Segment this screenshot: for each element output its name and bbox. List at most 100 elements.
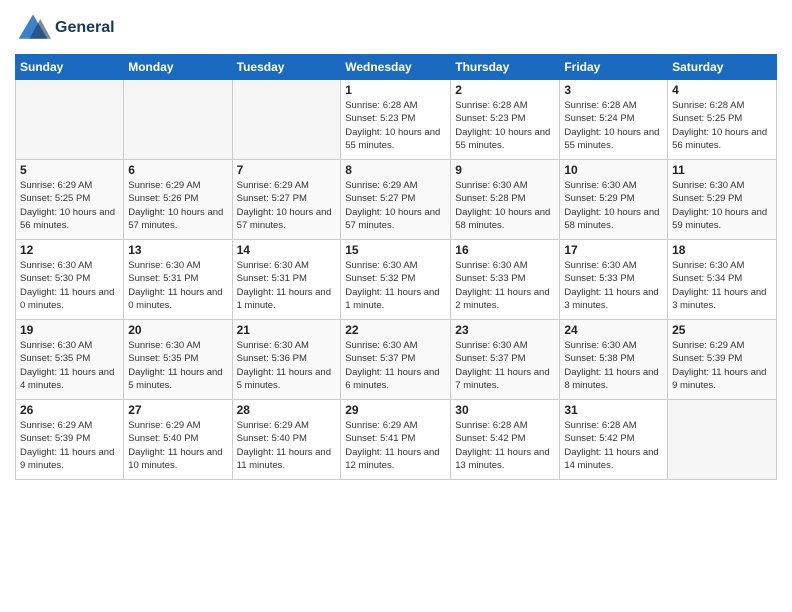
day-info: Sunrise: 6:28 AMSunset: 5:23 PMDaylight:… — [345, 99, 446, 152]
day-number: 15 — [345, 243, 446, 257]
calendar-cell — [232, 80, 341, 160]
day-number: 16 — [455, 243, 555, 257]
day-number: 3 — [564, 83, 663, 97]
calendar-cell: 31Sunrise: 6:28 AMSunset: 5:42 PMDayligh… — [560, 400, 668, 480]
calendar-cell: 15 Sunrise: 6:30 AMSunset: 5:32 PMDayligh… — [341, 240, 451, 320]
calendar-cell: 10 Sunrise: 6:30 AMSunset: 5:29 PMDayligh… — [560, 160, 668, 240]
calendar-cell: 23Sunrise: 6:30 AMSunset: 5:37 PMDayligh… — [451, 320, 560, 400]
day-number: 4 — [672, 83, 772, 97]
calendar-cell: 5 Sunrise: 6:29 AMSunset: 5:25 PMDaylight… — [16, 160, 124, 240]
day-number: 22 — [345, 323, 446, 337]
day-info: Sunrise: 6:28 AMSunset: 5:42 PMDaylight:… — [455, 419, 555, 472]
page-container: General SundayMondayTuesdayWednesdayThur… — [0, 0, 792, 490]
day-info: Sunrise: 6:29 AMSunset: 5:25 PMDaylight:… — [20, 179, 119, 232]
day-number: 9 — [455, 163, 555, 177]
day-number: 11 — [672, 163, 772, 177]
calendar-cell: 20 Sunrise: 6:30 AMSunset: 5:35 PMDayligh… — [124, 320, 232, 400]
day-info: Sunrise: 6:29 AMSunset: 5:40 PMDaylight:… — [128, 419, 227, 472]
day-number: 30 — [455, 403, 555, 417]
calendar-cell: 28 Sunrise: 6:29 AMSunset: 5:40 PMDayligh… — [232, 400, 341, 480]
day-number: 1 — [345, 83, 446, 97]
day-info: Sunrise: 6:29 AMSunset: 5:40 PMDaylight:… — [237, 419, 337, 472]
calendar-cell: 22 Sunrise: 6:30 AMSunset: 5:37 PMDayligh… — [341, 320, 451, 400]
calendar-cell — [668, 400, 777, 480]
weekday-header-sunday: Sunday — [16, 55, 124, 80]
calendar-cell: 18 Sunrise: 6:30 AMSunset: 5:34 PMDayligh… — [668, 240, 777, 320]
calendar-cell: 17 Sunrise: 6:30 AMSunset: 5:33 PMDayligh… — [560, 240, 668, 320]
day-info: Sunrise: 6:28 AMSunset: 5:23 PMDaylight:… — [455, 99, 555, 152]
day-number: 10 — [564, 163, 663, 177]
weekday-header-saturday: Saturday — [668, 55, 777, 80]
weekday-header-wednesday: Wednesday — [341, 55, 451, 80]
day-number: 8 — [345, 163, 446, 177]
day-number: 18 — [672, 243, 772, 257]
calendar-cell: 9Sunrise: 6:30 AMSunset: 5:28 PMDaylight… — [451, 160, 560, 240]
weekday-header-row: SundayMondayTuesdayWednesdayThursdayFrid… — [16, 55, 777, 80]
day-number: 25 — [672, 323, 772, 337]
day-number: 7 — [237, 163, 337, 177]
logo: General — [15, 10, 115, 46]
calendar-cell: 25 Sunrise: 6:29 AMSunset: 5:39 PMDayligh… — [668, 320, 777, 400]
calendar-cell: 21Sunrise: 6:30 AMSunset: 5:36 PMDayligh… — [232, 320, 341, 400]
day-info: Sunrise: 6:30 AMSunset: 5:36 PMDaylight:… — [237, 339, 337, 392]
day-info: Sunrise: 6:29 AMSunset: 5:27 PMDaylight:… — [345, 179, 446, 232]
day-number: 14 — [237, 243, 337, 257]
day-number: 17 — [564, 243, 663, 257]
weekday-header-monday: Monday — [124, 55, 232, 80]
calendar-cell — [124, 80, 232, 160]
day-info: Sunrise: 6:30 AMSunset: 5:29 PMDaylight:… — [672, 179, 772, 232]
day-number: 13 — [128, 243, 227, 257]
day-info: Sunrise: 6:30 AMSunset: 5:31 PMDaylight:… — [128, 259, 227, 312]
calendar-cell — [16, 80, 124, 160]
day-number: 12 — [20, 243, 119, 257]
calendar-cell: 30 Sunrise: 6:28 AMSunset: 5:42 PMDayligh… — [451, 400, 560, 480]
day-info: Sunrise: 6:30 AMSunset: 5:34 PMDaylight:… — [672, 259, 772, 312]
day-info: Sunrise: 6:29 AMSunset: 5:39 PMDaylight:… — [20, 419, 119, 472]
day-info: Sunrise: 6:28 AMSunset: 5:24 PMDaylight:… — [564, 99, 663, 152]
weekday-header-friday: Friday — [560, 55, 668, 80]
day-info: Sunrise: 6:30 AMSunset: 5:32 PMDaylight:… — [345, 259, 446, 312]
day-info: Sunrise: 6:30 AMSunset: 5:37 PMDaylight:… — [345, 339, 446, 392]
calendar-cell: 13 Sunrise: 6:30 AMSunset: 5:31 PMDayligh… — [124, 240, 232, 320]
day-number: 24 — [564, 323, 663, 337]
day-number: 2 — [455, 83, 555, 97]
logo-icon — [15, 10, 51, 46]
day-info: Sunrise: 6:29 AMSunset: 5:27 PMDaylight:… — [237, 179, 337, 232]
day-info: Sunrise: 6:28 AMSunset: 5:25 PMDaylight:… — [672, 99, 772, 152]
day-number: 28 — [237, 403, 337, 417]
week-row-3: 12 Sunrise: 6:30 AMSunset: 5:30 PMDayligh… — [16, 240, 777, 320]
calendar-cell: 3 Sunrise: 6:28 AMSunset: 5:24 PMDaylight… — [560, 80, 668, 160]
day-info: Sunrise: 6:30 AMSunset: 5:38 PMDaylight:… — [564, 339, 663, 392]
calendar-cell: 7 Sunrise: 6:29 AMSunset: 5:27 PMDaylight… — [232, 160, 341, 240]
day-number: 20 — [128, 323, 227, 337]
calendar-cell: 1 Sunrise: 6:28 AMSunset: 5:23 PMDaylight… — [341, 80, 451, 160]
calendar-table: SundayMondayTuesdayWednesdayThursdayFrid… — [15, 54, 777, 480]
day-info: Sunrise: 6:30 AMSunset: 5:37 PMDaylight:… — [455, 339, 555, 392]
calendar-cell: 27 Sunrise: 6:29 AMSunset: 5:40 PMDayligh… — [124, 400, 232, 480]
logo-text: General — [55, 18, 115, 37]
calendar-cell: 2 Sunrise: 6:28 AMSunset: 5:23 PMDaylight… — [451, 80, 560, 160]
day-info: Sunrise: 6:29 AMSunset: 5:39 PMDaylight:… — [672, 339, 772, 392]
day-info: Sunrise: 6:30 AMSunset: 5:33 PMDaylight:… — [455, 259, 555, 312]
day-number: 19 — [20, 323, 119, 337]
day-info: Sunrise: 6:29 AMSunset: 5:41 PMDaylight:… — [345, 419, 446, 472]
weekday-header-thursday: Thursday — [451, 55, 560, 80]
day-info: Sunrise: 6:30 AMSunset: 5:35 PMDaylight:… — [128, 339, 227, 392]
calendar-cell: 8 Sunrise: 6:29 AMSunset: 5:27 PMDaylight… — [341, 160, 451, 240]
week-row-1: 1 Sunrise: 6:28 AMSunset: 5:23 PMDaylight… — [16, 80, 777, 160]
day-info: Sunrise: 6:30 AMSunset: 5:33 PMDaylight:… — [564, 259, 663, 312]
day-info: Sunrise: 6:29 AMSunset: 5:26 PMDaylight:… — [128, 179, 227, 232]
day-info: Sunrise: 6:30 AMSunset: 5:30 PMDaylight:… — [20, 259, 119, 312]
day-number: 27 — [128, 403, 227, 417]
day-number: 5 — [20, 163, 119, 177]
day-info: Sunrise: 6:30 AMSunset: 5:29 PMDaylight:… — [564, 179, 663, 232]
day-number: 26 — [20, 403, 119, 417]
calendar-cell: 4 Sunrise: 6:28 AMSunset: 5:25 PMDaylight… — [668, 80, 777, 160]
week-row-2: 5 Sunrise: 6:29 AMSunset: 5:25 PMDaylight… — [16, 160, 777, 240]
calendar-cell: 29 Sunrise: 6:29 AMSunset: 5:41 PMDayligh… — [341, 400, 451, 480]
weekday-header-tuesday: Tuesday — [232, 55, 341, 80]
day-info: Sunrise: 6:30 AMSunset: 5:31 PMDaylight:… — [237, 259, 337, 312]
day-number: 29 — [345, 403, 446, 417]
calendar-cell: 19Sunrise: 6:30 AMSunset: 5:35 PMDayligh… — [16, 320, 124, 400]
calendar-cell: 11 Sunrise: 6:30 AMSunset: 5:29 PMDayligh… — [668, 160, 777, 240]
